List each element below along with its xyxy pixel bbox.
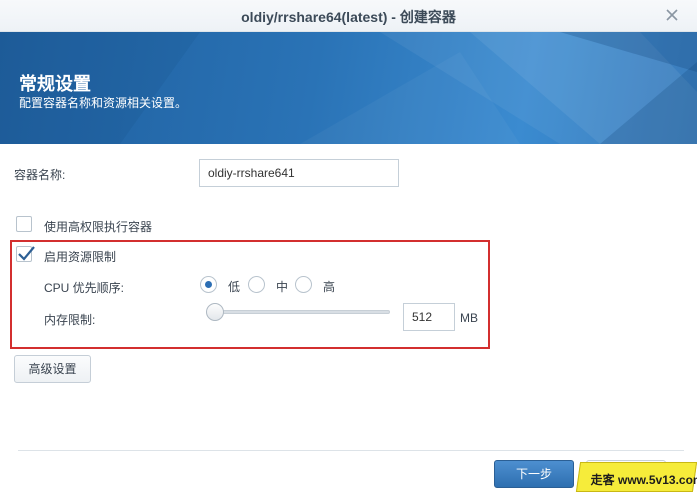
memory-limit-label: 内存限制: bbox=[44, 313, 96, 327]
cpu-priority-label: CPU 优先顺序: bbox=[44, 281, 125, 295]
next-button[interactable]: 下一步 bbox=[494, 460, 574, 488]
check-icon bbox=[18, 246, 35, 261]
memory-limit-input[interactable] bbox=[403, 303, 455, 331]
watermark-badge: 走客 www.5v13.com bbox=[575, 462, 697, 492]
header-banner: 常规设置 配置容器名称和资源相关设置。 bbox=[0, 32, 697, 144]
cpu-option-medium-label: 中 bbox=[276, 280, 289, 294]
memory-unit-label: MB bbox=[460, 311, 478, 325]
container-name-label: 容器名称: bbox=[14, 168, 66, 182]
banner-decoration bbox=[0, 32, 697, 144]
container-name-input[interactable] bbox=[199, 159, 399, 187]
cpu-radio-low[interactable] bbox=[200, 276, 217, 293]
privileged-checkbox[interactable] bbox=[16, 216, 32, 232]
privileged-label: 使用高权限执行容器 bbox=[44, 220, 153, 234]
advanced-settings-button[interactable]: 高级设置 bbox=[14, 355, 91, 383]
section-description: 配置容器名称和资源相关设置。 bbox=[19, 96, 188, 110]
footer-divider bbox=[18, 450, 684, 451]
cpu-radio-high[interactable] bbox=[295, 276, 312, 293]
cpu-option-high-label: 高 bbox=[323, 280, 336, 294]
section-heading: 常规设置 bbox=[19, 74, 91, 94]
close-icon[interactable] bbox=[663, 6, 681, 24]
memory-slider-handle[interactable] bbox=[206, 303, 224, 321]
cpu-radio-medium[interactable] bbox=[248, 276, 265, 293]
window-title: oldiy/rrshare64(latest) - 创建容器 bbox=[241, 9, 456, 25]
watermark-text: 走客 www.5v13.com bbox=[590, 473, 697, 487]
title-bar: oldiy/rrshare64(latest) - 创建容器 bbox=[0, 0, 697, 32]
resource-limit-checkbox[interactable] bbox=[16, 246, 35, 262]
memory-slider-track[interactable] bbox=[214, 310, 390, 314]
resource-limit-label: 启用资源限制 bbox=[44, 250, 117, 264]
cpu-option-low-label: 低 bbox=[228, 280, 241, 294]
